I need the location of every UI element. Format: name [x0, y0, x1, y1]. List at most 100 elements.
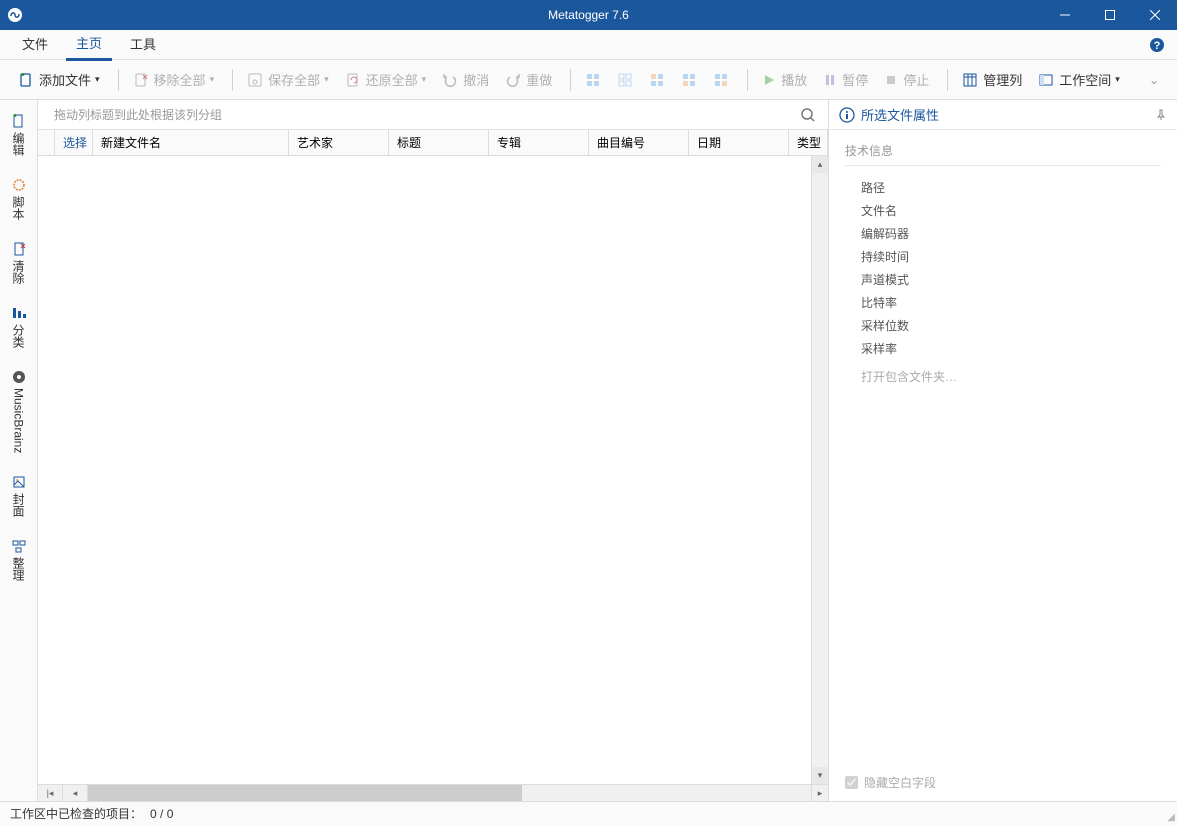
stop-icon: [884, 73, 898, 87]
add-file-label: 添加文件: [39, 70, 91, 89]
vertical-scrollbar[interactable]: ▴ ▾: [811, 156, 828, 784]
play-label: 播放: [781, 70, 807, 89]
help-icon[interactable]: ?: [1149, 37, 1165, 53]
hide-empty-label: 隐藏空白字段: [864, 774, 936, 791]
toolbar-separator: [232, 69, 233, 91]
resize-grip[interactable]: ◢: [1167, 812, 1175, 823]
status-value: 0 / 0: [150, 807, 173, 821]
sidebar-item-clean[interactable]: 清除: [6, 234, 31, 292]
view-grid-1[interactable]: [579, 68, 607, 92]
properties-title: 所选文件属性: [861, 105, 939, 124]
window-title: Metatogger 7.6: [548, 8, 629, 22]
close-button[interactable]: [1132, 0, 1177, 30]
scroll-down-icon[interactable]: ▾: [812, 767, 828, 784]
menubar: 文件 主页 工具 ?: [0, 30, 1177, 60]
columns-icon: [962, 72, 978, 88]
sidebar-item-organize[interactable]: 整理: [6, 531, 31, 589]
remove-all-label: 移除全部: [154, 70, 206, 89]
search-icon[interactable]: [800, 107, 816, 123]
pin-icon[interactable]: [1155, 109, 1167, 121]
field-channel-mode: 声道模式: [845, 268, 1161, 291]
save-all-button[interactable]: 保存全部 ▾: [241, 66, 335, 93]
sidebar-item-cover[interactable]: 封面: [6, 467, 31, 525]
statusbar: 工作区中已检查的项目： 0 / 0: [0, 801, 1177, 825]
field-bitrate: 比特率: [845, 291, 1161, 314]
field-codec: 编解码器: [845, 222, 1161, 245]
col-album[interactable]: 专辑: [489, 130, 589, 155]
scroll-first-icon[interactable]: |◂: [38, 785, 63, 801]
col-genre[interactable]: 类型: [789, 130, 828, 155]
grid-body: ▴ ▾: [38, 156, 828, 784]
undo-icon: [442, 72, 458, 88]
musicbrainz-icon: [12, 370, 26, 384]
grid-area: 拖动列标题到此处根据该列分组 选择 新建文件名 艺术家 标题 专辑 曲目编号 日…: [38, 100, 829, 801]
app-icon: [0, 7, 30, 23]
remove-all-button[interactable]: 移除全部 ▾: [127, 66, 221, 93]
menu-tools[interactable]: 工具: [120, 30, 166, 59]
add-file-button[interactable]: 添加文件 ▾: [12, 66, 106, 93]
workspace-icon: [1038, 72, 1054, 88]
menu-file[interactable]: 文件: [12, 30, 58, 59]
toolbar-separator: [947, 69, 948, 91]
toolbar: 添加文件 ▾ 移除全部 ▾ 保存全部 ▾ 还原全部 ▾ 撤消 重做 播放 暂停: [0, 60, 1177, 100]
horizontal-scrollbar[interactable]: |◂ ◂ ▸: [38, 784, 828, 801]
sidebar-item-script[interactable]: 脚本: [6, 170, 31, 228]
titlebar: Metatogger 7.6: [0, 0, 1177, 30]
col-select[interactable]: 选择: [55, 130, 93, 155]
redo-button[interactable]: 重做: [499, 66, 558, 93]
hscroll-thumb[interactable]: [88, 785, 522, 801]
save-all-label: 保存全部: [268, 70, 320, 89]
chevron-down-icon: ▾: [95, 74, 100, 85]
maximize-button[interactable]: [1087, 0, 1132, 30]
menu-home[interactable]: 主页: [66, 29, 112, 61]
sidebar-item-edit[interactable]: 编辑: [6, 106, 31, 164]
chevron-down-icon: ▾: [210, 74, 215, 85]
restore-all-button[interactable]: 还原全部 ▾: [339, 66, 433, 93]
col-title[interactable]: 标题: [389, 130, 489, 155]
info-icon: [839, 107, 855, 123]
pause-button[interactable]: 暂停: [817, 66, 874, 93]
chevron-down-icon: ▾: [324, 74, 329, 85]
workspace-button[interactable]: 工作空间 ▾: [1032, 66, 1126, 93]
workspace-label: 工作空间: [1059, 70, 1111, 89]
properties-header: 所选文件属性: [829, 100, 1177, 130]
sidebar-item-musicbrainz[interactable]: MusicBrainz: [8, 362, 30, 461]
properties-panel: 所选文件属性 技术信息 路径 文件名 编解码器 持续时间 声道模式 比特率 采样…: [829, 100, 1177, 801]
col-artist[interactable]: 艺术家: [289, 130, 389, 155]
col-date[interactable]: 日期: [689, 130, 789, 155]
play-button[interactable]: 播放: [756, 66, 813, 93]
view-grid-2[interactable]: [611, 68, 639, 92]
col-trackno[interactable]: 曲目编号: [589, 130, 689, 155]
field-duration: 持续时间: [845, 245, 1161, 268]
minimize-button[interactable]: [1042, 0, 1087, 30]
col-expand[interactable]: [38, 130, 55, 155]
view-grid-5[interactable]: [707, 68, 735, 92]
view-grid-4[interactable]: [675, 68, 703, 92]
hide-empty-checkbox[interactable]: [845, 776, 858, 789]
undo-label: 撤消: [463, 70, 489, 89]
open-folder-link[interactable]: 打开包含文件夹…: [845, 360, 1161, 393]
hscroll-track[interactable]: [88, 785, 811, 801]
toolbar-separator: [118, 69, 119, 91]
scroll-right-icon[interactable]: ▸: [811, 785, 828, 801]
sidebar-item-sort[interactable]: 分类: [6, 298, 31, 356]
status-label: 工作区中已检查的项目：: [10, 805, 142, 822]
col-new-filename[interactable]: 新建文件名: [93, 130, 289, 155]
scroll-up-icon[interactable]: ▴: [812, 156, 828, 173]
pause-icon: [823, 73, 837, 87]
manage-columns-button[interactable]: 管理列: [956, 66, 1028, 93]
grid-header: 选择 新建文件名 艺术家 标题 专辑 曲目编号 日期 类型: [38, 130, 828, 156]
toolbar-overflow[interactable]: ⌄: [1143, 69, 1165, 91]
scroll-left-icon[interactable]: ◂: [63, 785, 87, 801]
cover-icon: [12, 475, 26, 489]
stop-button[interactable]: 停止: [878, 66, 935, 93]
field-sample-rate: 采样率: [845, 337, 1161, 360]
redo-icon: [505, 72, 521, 88]
sort-icon: [12, 306, 26, 320]
undo-button[interactable]: 撤消: [436, 66, 495, 93]
toolbar-separator: [747, 69, 748, 91]
view-grid-3[interactable]: [643, 68, 671, 92]
clean-icon: [12, 242, 26, 256]
group-by-bar[interactable]: 拖动列标题到此处根据该列分组: [38, 100, 828, 130]
edit-icon: [12, 114, 26, 128]
